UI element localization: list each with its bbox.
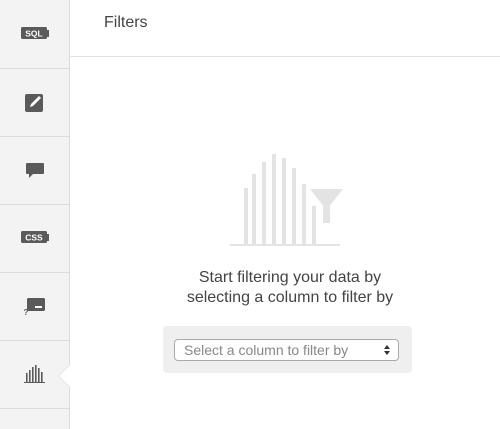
sidebar-item-edit[interactable]: [0, 68, 69, 137]
column-select-placeholder: Select a column to filter by: [184, 342, 349, 358]
column-select[interactable]: Select a column to filter by: [174, 339, 399, 361]
bar-chart-icon: [23, 365, 45, 383]
css-icon: CSS: [20, 231, 49, 243]
filter-chart-illustration: [230, 154, 348, 246]
empty-state-line-2: selecting a column to filter by: [186, 289, 394, 306]
help-icon-label: ?: [23, 308, 28, 316]
column-select-container: Select a column to filter by: [163, 326, 412, 373]
sidebar-item-css[interactable]: CSS: [0, 204, 69, 273]
active-indicator: [59, 365, 70, 387]
sql-icon: SQL: [20, 27, 49, 39]
empty-state-line-1: Start filtering your data by: [198, 269, 382, 286]
page-title: Filters: [104, 14, 148, 31]
header: Filters: [70, 0, 500, 57]
pencil-icon: [24, 94, 43, 112]
comment-icon: [25, 163, 44, 178]
sidebar-item-sql[interactable]: SQL: [0, 0, 69, 69]
sidebar-item-comment[interactable]: [0, 136, 69, 205]
sql-icon-label: SQL: [25, 29, 42, 39]
select-arrows-icon: [384, 345, 390, 355]
help-panel-icon: ?: [23, 298, 45, 316]
sidebar-item-help-panel[interactable]: ?: [0, 272, 69, 341]
css-icon-label: CSS: [25, 233, 43, 243]
